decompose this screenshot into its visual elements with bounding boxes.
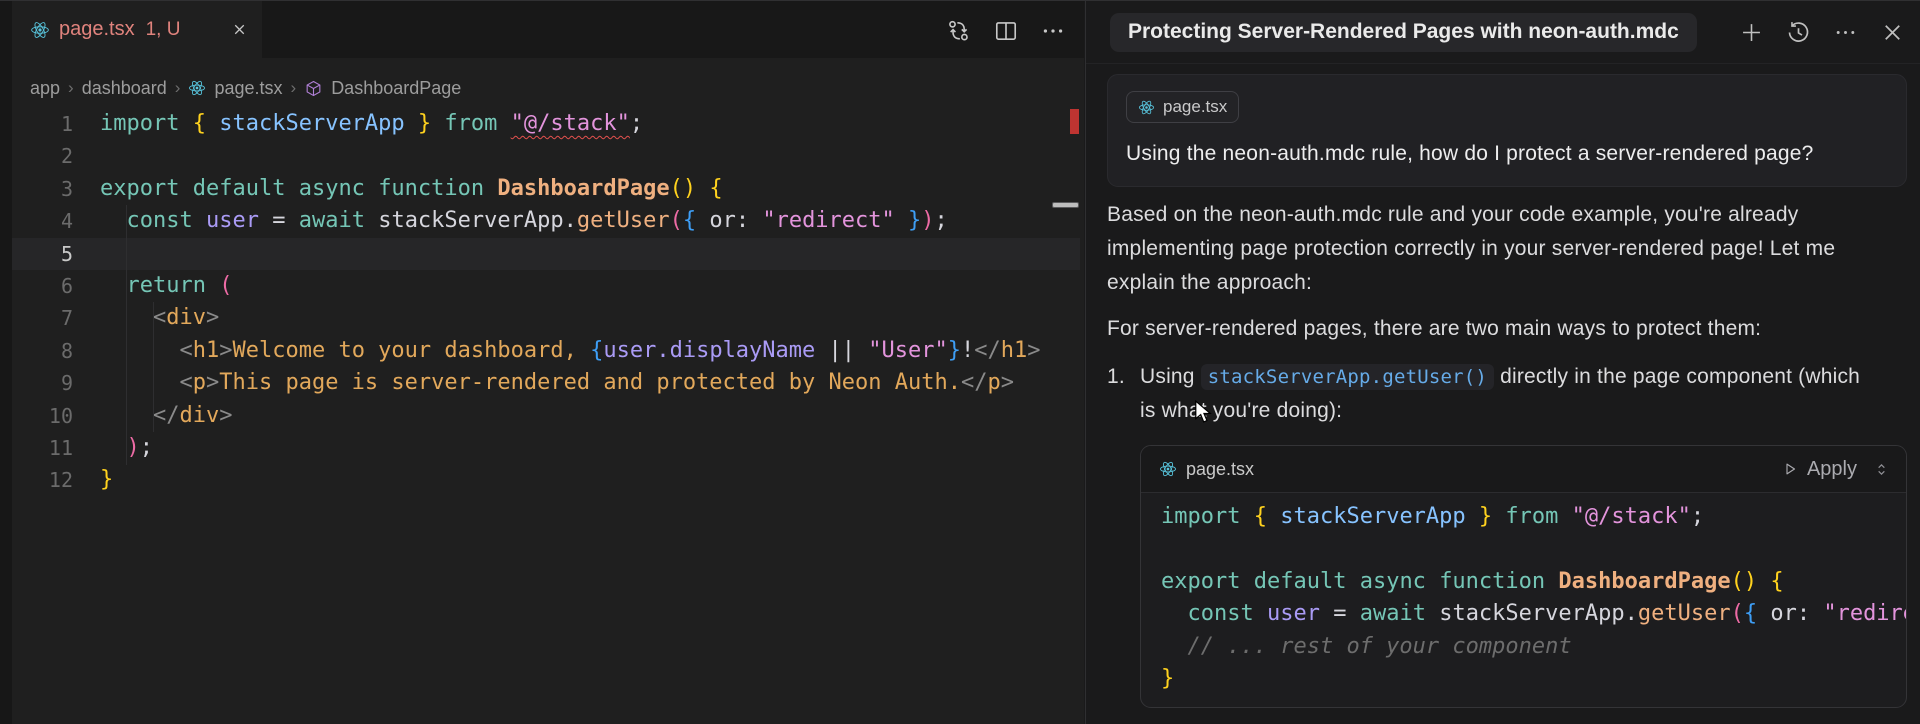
new-chat-icon[interactable] — [1738, 19, 1765, 46]
user-message-card: page.tsx Using the neon-auth.mdc rule, h… — [1107, 74, 1907, 187]
chat-header: Protecting Server-Rendered Pages with ne… — [1086, 1, 1920, 64]
chat-title-tab[interactable]: Protecting Server-Rendered Pages with ne… — [1110, 13, 1697, 52]
list-marker: 1. — [1107, 360, 1140, 428]
editor-actions — [945, 17, 1066, 44]
breadcrumb: app › dashboard › page.tsx › DashboardPa… — [30, 75, 461, 101]
mouse-cursor — [1192, 400, 1214, 424]
indent-guide — [126, 205, 127, 465]
more-icon[interactable] — [1832, 19, 1859, 46]
breadcrumb-app[interactable]: app — [30, 78, 60, 99]
tab-page-tsx[interactable]: page.tsx 1, U — [12, 1, 262, 58]
close-icon[interactable] — [1879, 19, 1906, 46]
inline-code: stackServerApp.getUser() — [1201, 364, 1494, 390]
close-icon[interactable] — [231, 21, 248, 38]
answer-paragraph: Based on the neon-auth.mdc rule and your… — [1107, 198, 1867, 300]
breadcrumb-file[interactable]: page.tsx — [214, 78, 282, 99]
answer-paragraph: For server-rendered pages, there are two… — [1107, 312, 1867, 346]
breadcrumb-separator: › — [175, 78, 181, 98]
tab-problem-badge: 1, U — [146, 19, 181, 41]
breadcrumb-separator: › — [68, 78, 74, 98]
breadcrumb-dashboard[interactable]: dashboard — [82, 78, 167, 99]
apply-label: Apply — [1807, 458, 1857, 481]
assistant-answer: Based on the neon-auth.mdc rule and your… — [1107, 198, 1906, 708]
indent-guide — [153, 302, 154, 432]
chevron-expand-icon — [1873, 461, 1890, 478]
react-icon — [188, 79, 206, 97]
list-item-text: Using stackServerApp.getUser() directly … — [1140, 360, 1867, 428]
apply-button[interactable]: Apply — [1781, 458, 1890, 481]
chat-code-block: page.tsx Apply import { stackServerApp }… — [1140, 445, 1907, 708]
symbol-cube-icon — [304, 79, 323, 98]
code-editor[interactable]: 1import { stackServerApp } from "@/stack… — [12, 108, 1080, 504]
app-window: page.tsx 1, U — [0, 0, 1920, 724]
code-block-header: page.tsx Apply — [1141, 446, 1906, 493]
chat-header-icons — [1738, 19, 1906, 46]
react-icon — [1159, 460, 1177, 478]
code-block-filename: page.tsx — [1186, 459, 1254, 480]
overview-ruler-error-mark — [1070, 109, 1079, 134]
react-icon — [30, 20, 50, 40]
user-question: Using the neon-auth.mdc rule, how do I p… — [1126, 142, 1888, 166]
overview-ruler-cursor-mark — [1052, 202, 1079, 208]
file-chip-label: page.tsx — [1163, 97, 1227, 117]
editor-tab-bar: page.tsx 1, U — [12, 1, 1084, 58]
chat-panel: Protecting Server-Rendered Pages with ne… — [1085, 1, 1920, 724]
chat-body: page.tsx Using the neon-auth.mdc rule, h… — [1086, 74, 1920, 708]
react-icon — [1138, 99, 1155, 116]
more-actions-icon[interactable] — [1039, 17, 1066, 44]
tab-label: page.tsx — [59, 18, 135, 41]
breadcrumb-symbol[interactable]: DashboardPage — [331, 78, 461, 99]
play-icon — [1781, 460, 1799, 478]
code-block-content: import { stackServerApp } from "@/stack"… — [1141, 493, 1906, 707]
source-control-changes-icon[interactable] — [945, 17, 972, 44]
split-editor-icon[interactable] — [992, 17, 1019, 44]
breadcrumb-separator: › — [291, 78, 297, 98]
file-context-chip[interactable]: page.tsx — [1126, 91, 1239, 123]
history-icon[interactable] — [1785, 19, 1812, 46]
window-left-strip — [0, 1, 12, 724]
answer-list-item: 1. Using stackServerApp.getUser() direct… — [1107, 360, 1867, 428]
